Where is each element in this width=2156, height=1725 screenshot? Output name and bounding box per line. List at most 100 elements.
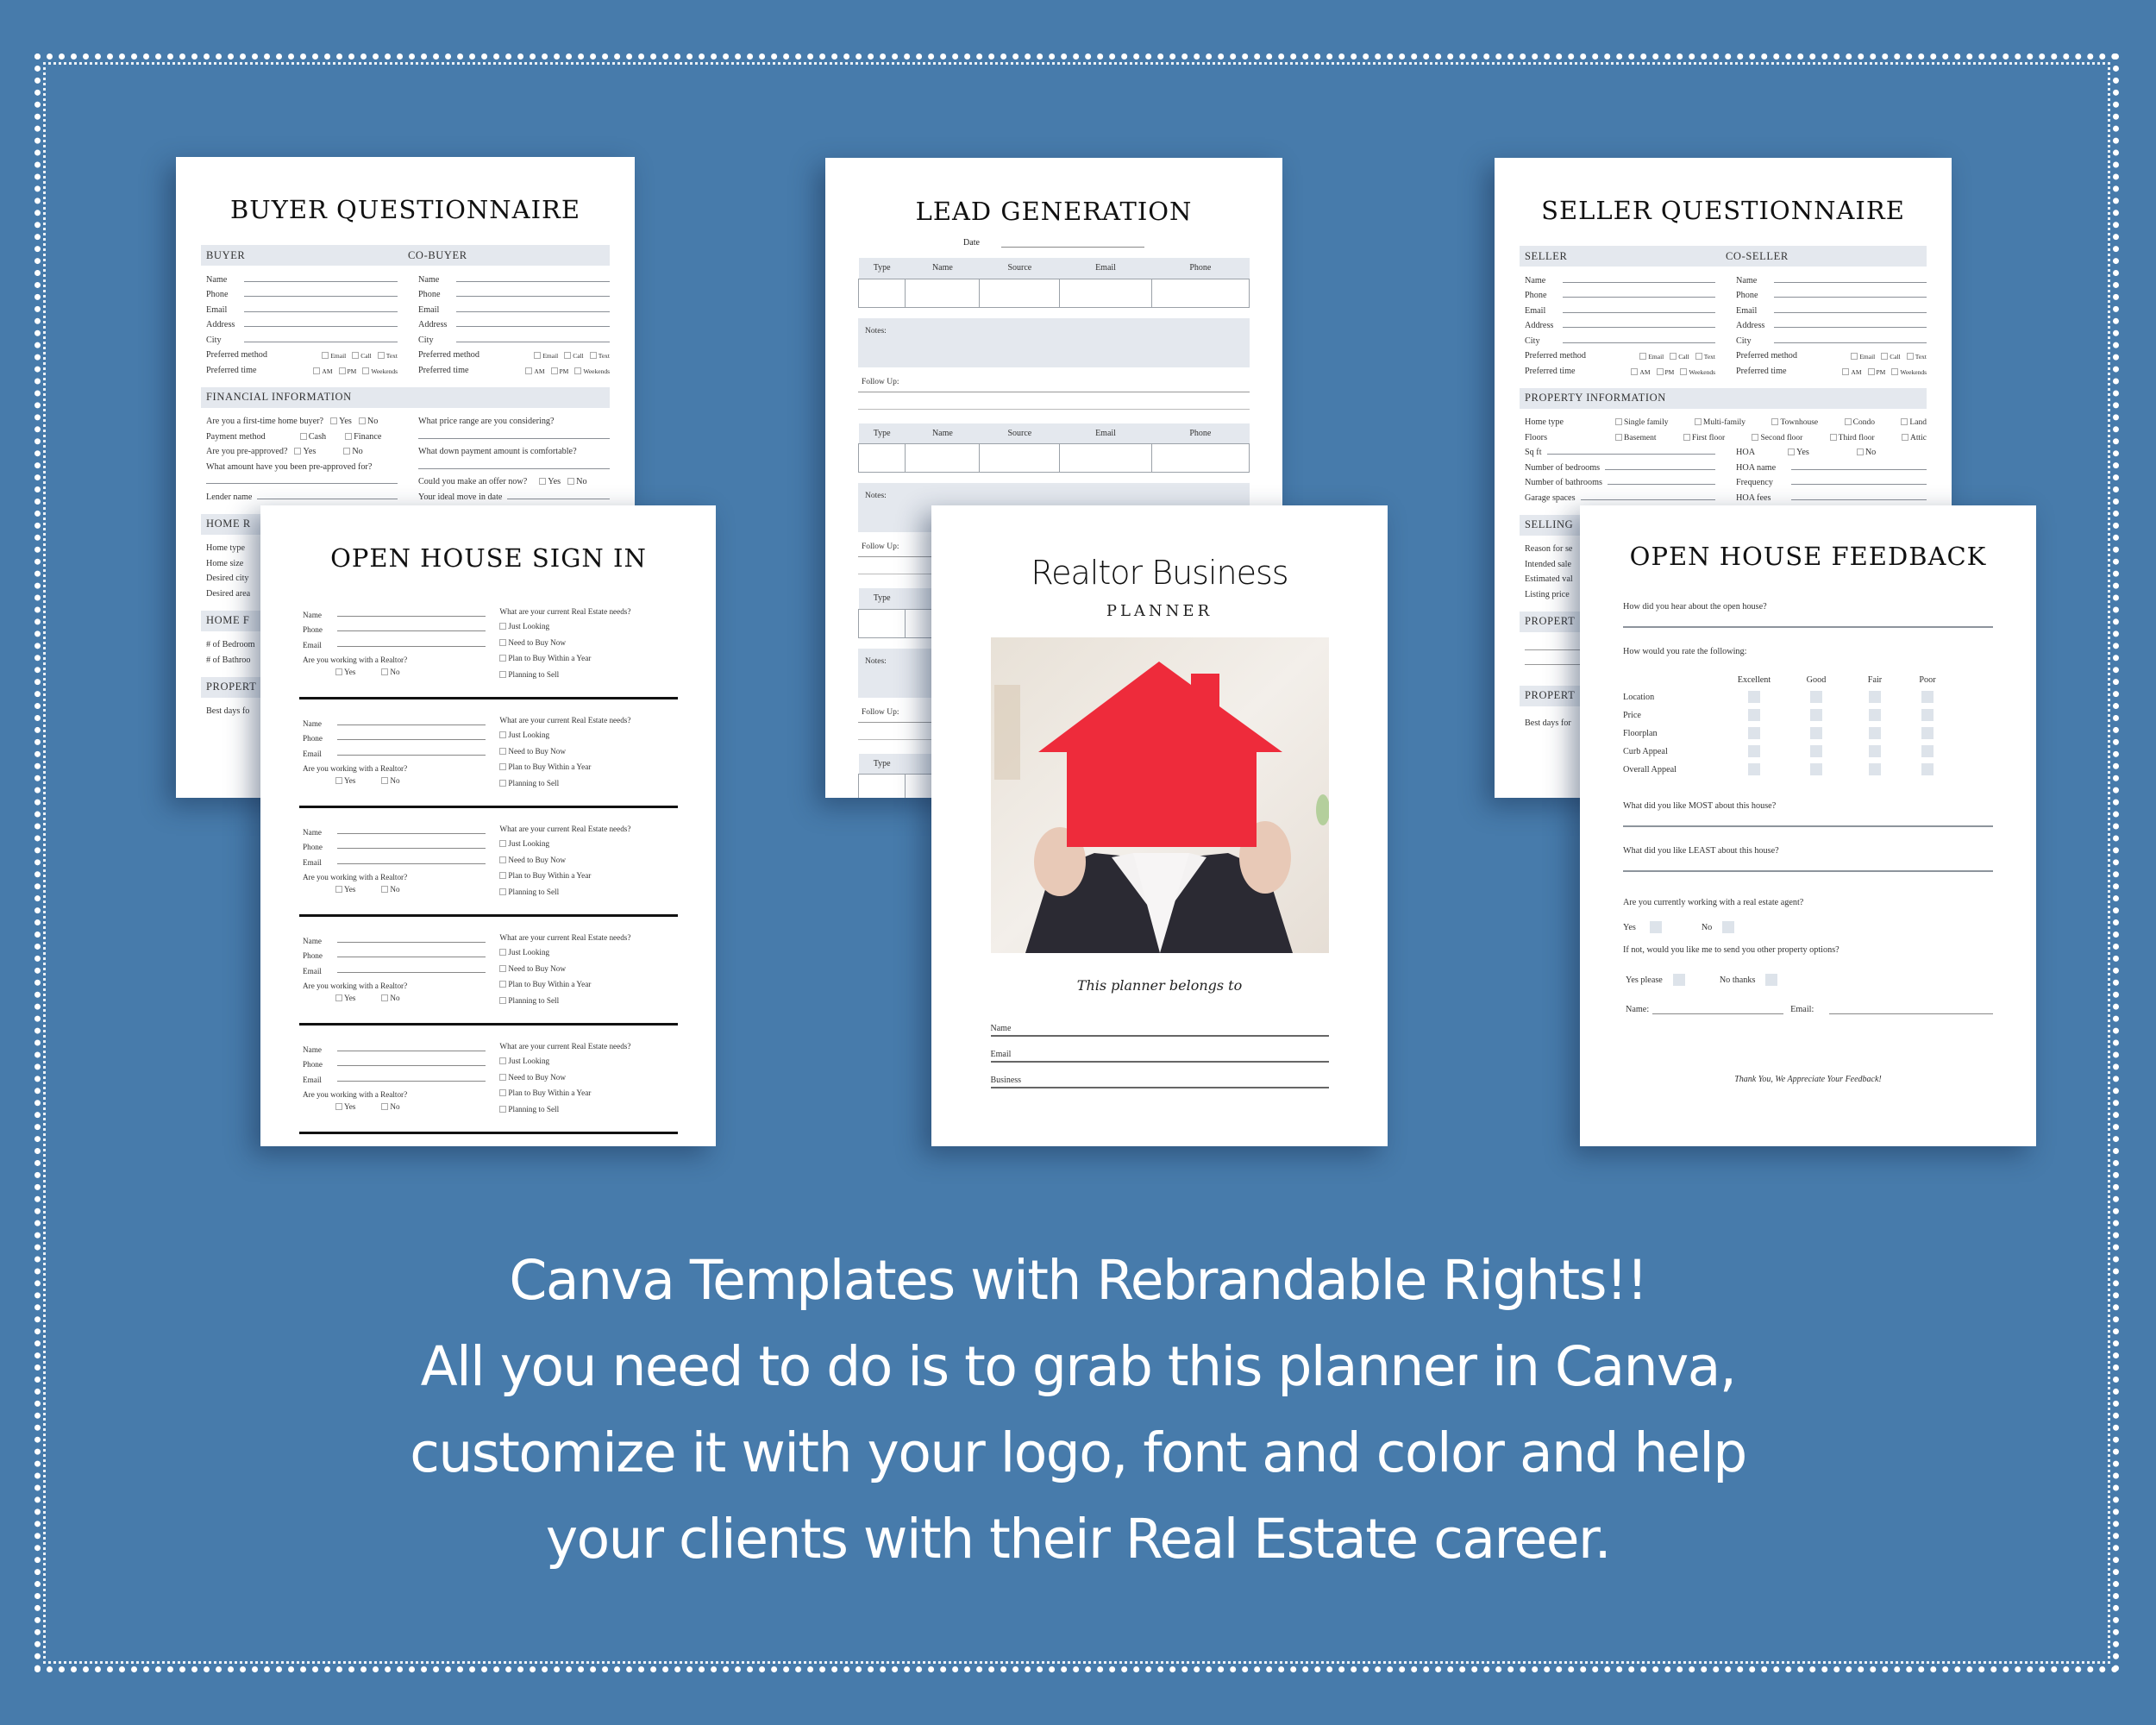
coseller-phone-input[interactable] [1774,290,1927,298]
rating-checkbox[interactable] [1748,691,1760,703]
hear-input[interactable] [1623,626,1993,628]
rating-checkbox[interactable] [1810,763,1822,775]
phone-input[interactable] [337,841,486,849]
checkbox[interactable] [1851,353,1858,360]
rating-checkbox[interactable] [1810,745,1822,757]
name-input[interactable] [337,935,486,943]
coseller-email-input[interactable] [1774,305,1927,313]
cobuyer-name-input[interactable] [456,274,610,282]
need-checkbox[interactable] [499,964,507,972]
name-input[interactable] [1652,1006,1784,1014]
no-thanks-checkbox[interactable] [1765,974,1778,986]
realtor-yes-checkbox[interactable] [335,885,342,893]
rating-checkbox[interactable] [1748,727,1760,739]
rating-checkbox[interactable] [1810,691,1822,703]
checkbox[interactable] [1615,433,1622,441]
need-checkbox[interactable] [499,856,507,863]
checkbox[interactable] [362,367,370,374]
checkbox[interactable] [299,432,307,440]
checkbox[interactable] [1788,448,1795,455]
checkbox[interactable] [358,417,366,424]
need-checkbox[interactable] [499,949,507,957]
checkbox[interactable] [1752,433,1759,441]
checkbox[interactable] [313,367,321,374]
lead-cell[interactable] [905,278,981,308]
least-input[interactable] [1623,870,1993,872]
checkbox[interactable] [1902,433,1908,441]
email-input[interactable] [337,965,486,973]
checkbox[interactable] [1615,418,1622,425]
checkbox[interactable] [294,448,302,455]
buyer-name-input[interactable] [244,274,398,282]
checkbox[interactable] [550,367,558,374]
checkbox[interactable] [352,352,360,359]
lead-cell[interactable] [857,443,906,473]
need-checkbox[interactable] [499,981,507,988]
lead-cell[interactable] [1059,278,1152,308]
rating-checkbox[interactable] [1869,745,1881,757]
need-checkbox[interactable] [499,671,507,679]
realtor-yes-checkbox[interactable] [335,994,342,1001]
need-checkbox[interactable] [499,763,507,771]
most-input[interactable] [1623,825,1993,827]
buyer-address-input[interactable] [244,319,398,327]
realtor-no-checkbox[interactable] [381,668,389,675]
seller-email-input[interactable] [1563,305,1715,313]
need-checkbox[interactable] [499,1073,507,1081]
checkbox[interactable] [589,352,597,359]
checkbox[interactable] [1694,418,1702,425]
checkbox[interactable] [1829,433,1837,441]
checkbox[interactable] [567,478,575,485]
checkbox[interactable] [1683,433,1690,441]
phone-input[interactable] [337,1058,486,1066]
checkbox[interactable] [343,448,351,455]
email-input[interactable] [337,748,486,756]
phone-input[interactable] [337,624,486,631]
need-checkbox[interactable] [499,1057,507,1065]
lead-cell[interactable] [1150,278,1250,308]
need-checkbox[interactable] [499,655,507,662]
checkbox[interactable] [330,417,338,424]
yes-please-checkbox[interactable] [1672,974,1685,986]
rating-checkbox[interactable] [1810,727,1822,739]
realtor-no-checkbox[interactable] [381,885,389,893]
seller-name-input[interactable] [1563,275,1715,283]
checkbox[interactable] [338,367,346,374]
phone-input[interactable] [337,950,486,957]
coseller-city-input[interactable] [1774,336,1927,343]
checkbox[interactable] [1670,353,1677,360]
buyer-email-input[interactable] [244,304,398,312]
email-input[interactable] [1829,1006,1993,1014]
realtor-no-checkbox[interactable] [381,1102,389,1110]
hoa-name-input[interactable] [1791,462,1927,470]
rating-checkbox[interactable] [1748,709,1760,721]
email-input[interactable] [337,1074,486,1082]
checkbox[interactable] [1856,448,1864,455]
lead-cell[interactable] [905,443,981,473]
checkbox[interactable] [1639,353,1647,360]
rating-checkbox[interactable] [1748,745,1760,757]
checkbox[interactable] [525,367,533,374]
phone-input[interactable] [337,732,486,740]
agent-no-checkbox[interactable] [1722,921,1735,933]
owner-business-field[interactable]: Business [990,1063,1329,1088]
move-date-input[interactable] [507,492,610,499]
checkbox[interactable] [1842,367,1850,375]
checkbox[interactable] [345,432,353,440]
lead-cell[interactable] [979,278,1061,308]
down-payment-input[interactable] [418,461,610,469]
seller-address-input[interactable] [1563,320,1715,328]
rating-checkbox[interactable] [1921,709,1934,721]
buyer-phone-input[interactable] [244,289,398,297]
checkbox[interactable] [1891,367,1899,375]
rating-checkbox[interactable] [1869,709,1881,721]
need-checkbox[interactable] [499,731,507,739]
rating-checkbox[interactable] [1869,763,1881,775]
sqft-input[interactable] [1546,447,1715,455]
seller-phone-input[interactable] [1563,290,1715,298]
cobuyer-email-input[interactable] [456,304,610,312]
coseller-address-input[interactable] [1774,320,1927,328]
need-checkbox[interactable] [499,780,507,787]
bedrooms-input[interactable] [1605,462,1715,470]
checkbox[interactable] [377,352,385,359]
